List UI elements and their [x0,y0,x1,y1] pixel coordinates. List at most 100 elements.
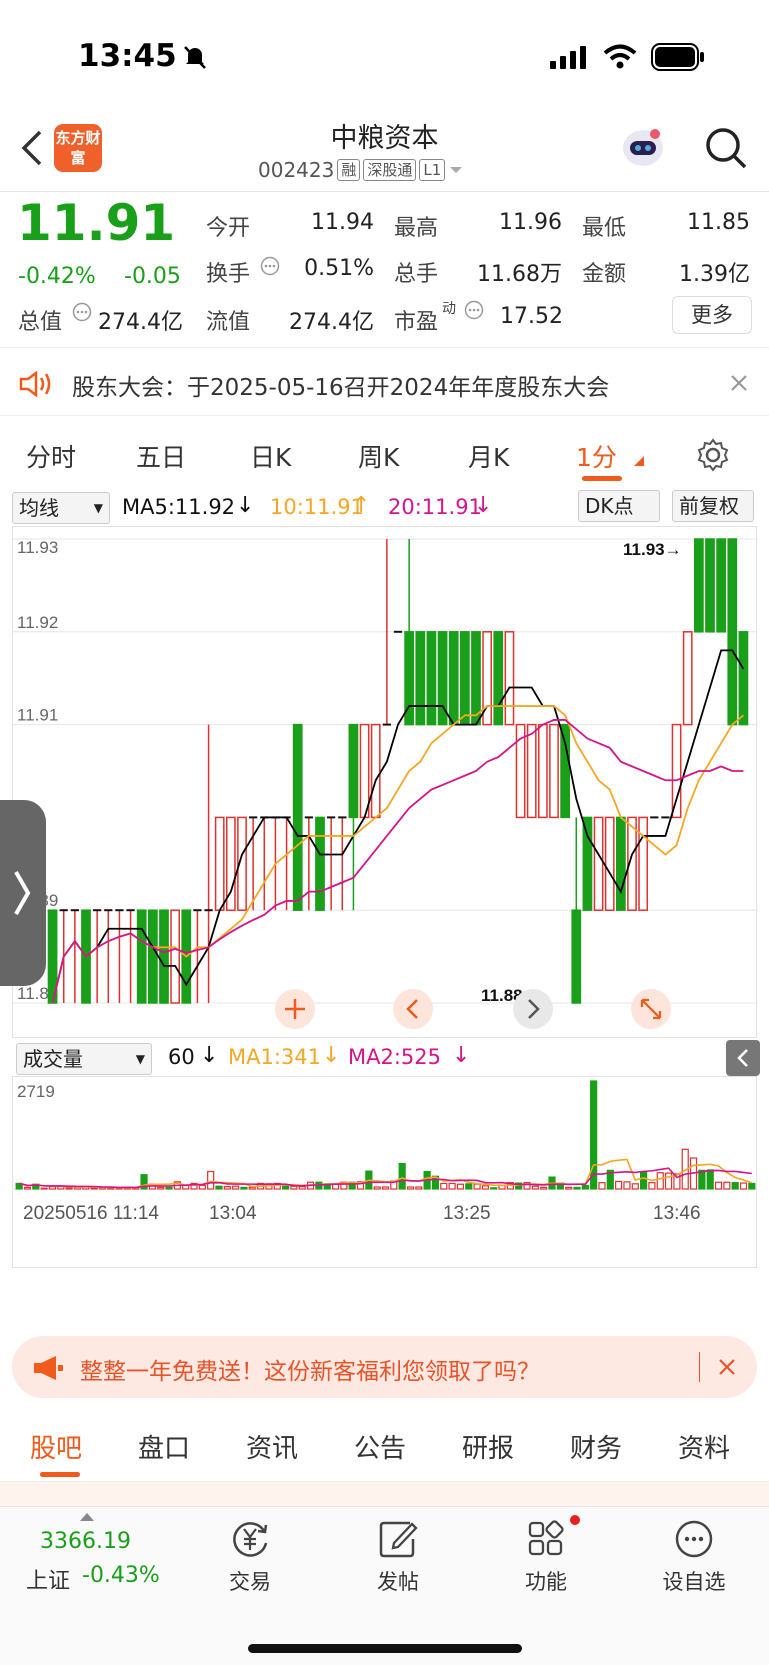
candlestick-svg[interactable]: 11.9311.9211.9111.8911.8811.93→11.88→ [13,527,758,1039]
chevron-right-icon [14,871,31,915]
functions-label: 功能 [525,1570,567,1594]
float-cap-label: 流值 [206,310,251,335]
signal-icon [550,46,586,69]
quote-panel: 11.91 -0.42% -0.05 今开 11.94 最高 11.96 最低 … [0,192,769,348]
add-watchlist-button[interactable]: 设自选 [644,1517,744,1596]
tab-five-day[interactable]: 五日 [136,438,186,474]
info-icon[interactable] [464,300,484,320]
indicator-select[interactable]: 均线 ▼ [12,492,110,524]
tab-orderbook[interactable]: 盘口 [138,1428,190,1465]
trade-label: 交易 [229,1570,271,1594]
volume-bar-up [207,1170,215,1190]
candle-up [537,723,548,819]
scroll-left-icon[interactable] [391,987,435,1031]
battery-icon [651,43,704,71]
trade-button[interactable]: 交易 [200,1517,300,1596]
stock-code-row[interactable]: 002423 融 深股通 L1 [258,158,464,182]
promo-banner[interactable]: 整整一年免费送！这份新客福利您领取了吗？ [12,1336,757,1398]
volume-bar-down [706,1169,714,1190]
volume-chart[interactable]: 2719 20250516 11:14 13:04 13:25 13:46 [12,1076,758,1269]
adjust-label: 前复权 [679,494,739,518]
y-tick-label: 11.91 [17,706,58,725]
tab-weekly-k[interactable]: 周K [358,438,399,474]
volume-bar-up [714,1181,723,1190]
candle-up [359,723,370,819]
more-circle-icon [675,1520,713,1558]
index-value: 3366.19 [40,1529,131,1554]
side-drawer-handle[interactable] [0,800,46,986]
content-tabs: 股吧 盘口 资讯 公告 研报 财务 资料 [0,1412,769,1482]
tab-news[interactable]: 资讯 [246,1428,298,1465]
caret-up-icon [80,1513,94,1521]
zoom-in-icon[interactable] [273,987,317,1031]
turnover-value: 0.51% [304,256,374,281]
tag-margin: 融 [337,159,361,181]
tag-level: L1 [419,159,446,181]
turnover-label: 换手 [206,262,251,287]
volume-bar-up [481,1185,490,1190]
status-time: 13:45 [78,38,177,74]
volume-bar-up [48,1186,57,1190]
candle-down [415,631,426,726]
tab-profile[interactable]: 资料 [678,1428,730,1465]
ma10-legend: 10:11.91 [270,495,364,519]
dk-point-select[interactable]: DK点 [578,490,660,522]
collapse-left-icon[interactable] [726,1040,760,1076]
close-icon[interactable] [718,1358,736,1376]
volume-bar-up [473,1183,481,1190]
post-button[interactable]: 发帖 [348,1517,448,1596]
indicator-select-label: 均线 [19,496,59,520]
gear-icon[interactable] [696,438,730,472]
tab-forum[interactable]: 股吧 [30,1428,82,1465]
candle-down [448,631,459,726]
tab-one-minute[interactable]: 1分 [576,438,617,474]
x-tick-label: 13:04 [209,1203,257,1224]
x-tick-label: 20250516 11:14 [23,1203,159,1224]
volume-bar-down [698,1169,706,1190]
amount-label: 金额 [582,262,627,287]
tab-announcements[interactable]: 公告 [354,1428,406,1465]
volume-bar-up [232,1185,240,1190]
volume-bar-up [198,1184,206,1190]
robot-assistant-icon[interactable] [618,122,668,172]
candle-up [526,723,537,819]
candle-up [638,816,649,911]
info-icon[interactable] [72,302,92,322]
volume-bar-up [373,1186,381,1190]
volume-indicator-select[interactable]: 成交量 ▼ [16,1043,152,1075]
volume-bar-up [65,1187,73,1190]
candle-up [370,723,381,819]
scroll-right-icon[interactable] [511,987,555,1031]
volume-bar-up [656,1172,664,1190]
pe-value: 17.52 [500,304,563,329]
close-icon[interactable] [730,374,748,392]
notification-dot [570,1515,580,1525]
volume-bar-down [731,1182,739,1190]
candle-up [170,909,181,1004]
tab-daily-k[interactable]: 日K [250,438,291,474]
volume-svg[interactable]: 2719 20250516 11:14 13:04 13:25 13:46 [13,1077,758,1269]
volume-bar-up [40,1187,48,1190]
float-cap-value: 274.4亿 [289,310,374,335]
notice-bar[interactable]: 股东大会：于2025-05-16召开2024年年度股东大会 [0,350,769,416]
vol-ma1-arrow-icon: ↓ [322,1043,341,1068]
promo-divider [699,1352,700,1382]
info-icon[interactable] [260,256,280,276]
adjust-button[interactable]: 前复权 [672,490,754,522]
tab-research[interactable]: 研报 [462,1428,514,1465]
functions-button[interactable]: 功能 [496,1517,596,1596]
candlestick-chart[interactable]: 11.9311.9211.9111.8911.8811.93→11.88→ [12,526,758,1039]
volume-bar-down [240,1186,248,1190]
tab-timeshare[interactable]: 分时 [26,438,76,474]
tab-finance[interactable]: 财务 [570,1428,622,1465]
fullscreen-icon[interactable] [629,987,673,1031]
tab-monthly-k[interactable]: 月K [468,438,509,474]
chart-toolbar: 均线 ▼ MA5:11.92 ↓ 10:11.91 ↑ 20:11.91 ↓ D… [0,490,769,526]
volume-bar-up [381,1186,390,1190]
add-watchlist-label: 设自选 [662,1570,726,1594]
low-value: 11.85 [687,210,750,235]
search-icon[interactable] [704,126,748,170]
more-button[interactable]: 更多 [672,296,752,334]
low-label: 最低 [582,216,627,241]
volume-bar-up [290,1185,298,1190]
